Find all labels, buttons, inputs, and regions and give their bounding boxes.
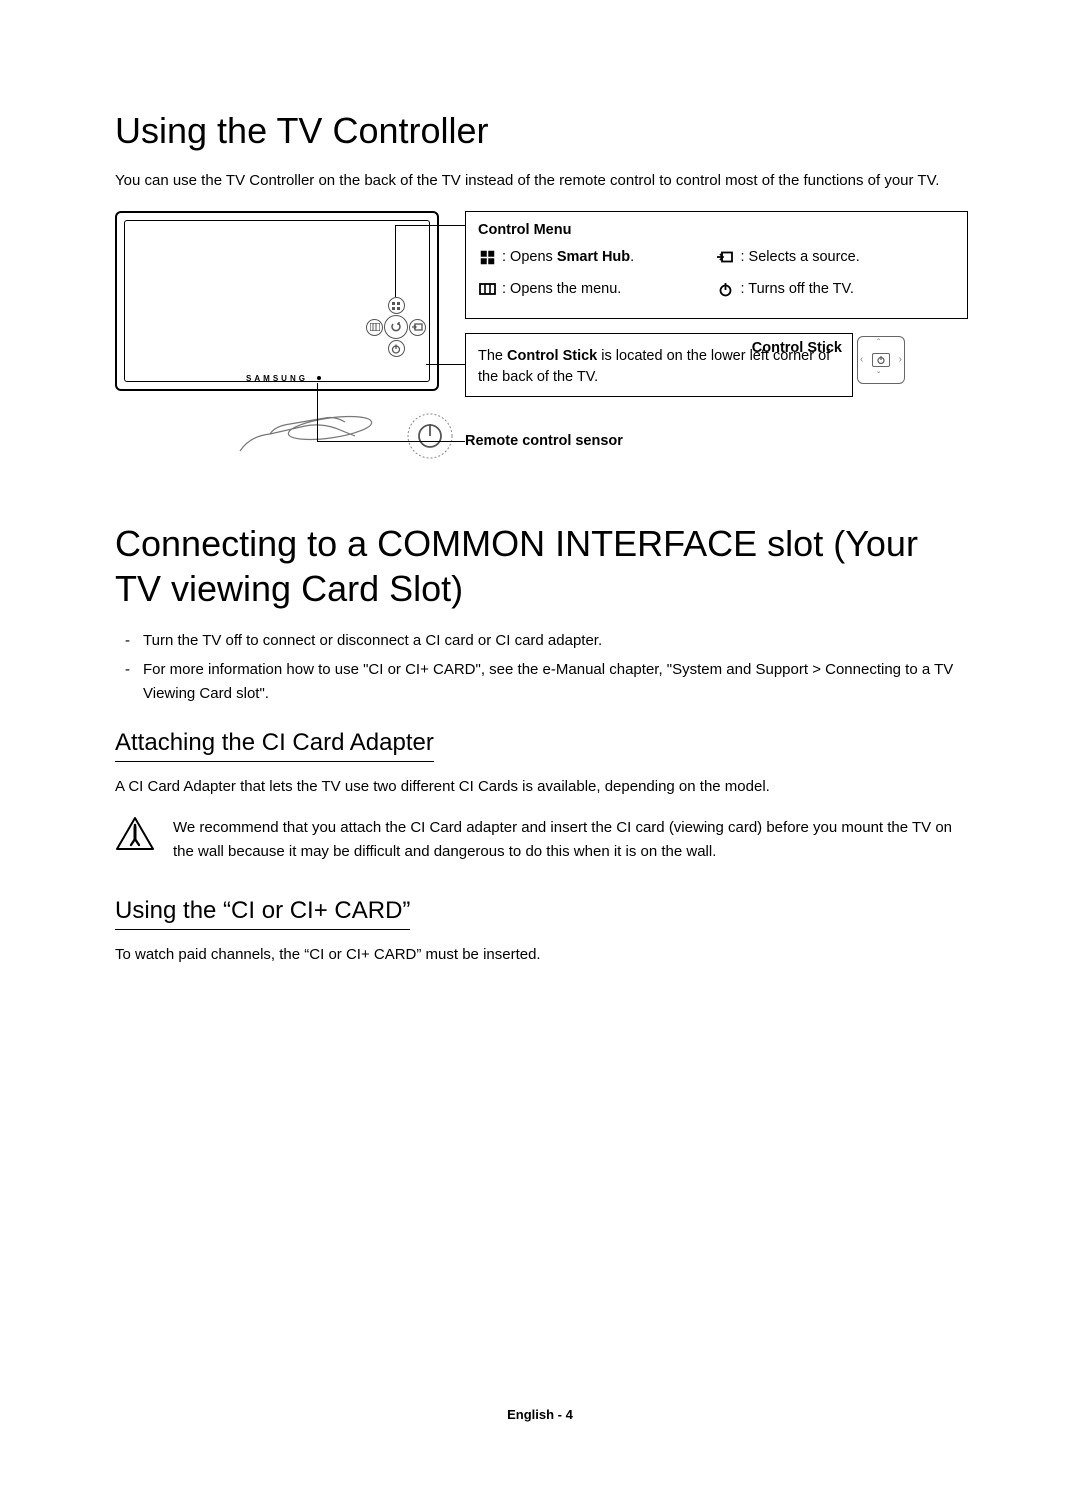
menu-item-menu: : Opens the menu. bbox=[478, 280, 717, 298]
intro-text: You can use the TV Controller on the bac… bbox=[115, 170, 970, 191]
caution-text: We recommend that you attach the CI Card… bbox=[173, 816, 970, 863]
page-footer: English - 4 bbox=[0, 1407, 1080, 1422]
menu-item-smarthub: : Opens Smart Hub. bbox=[478, 248, 717, 266]
control-menu-callout: Control Menu : Opens Smart Hub. : Select… bbox=[465, 211, 968, 319]
list-item: For more information how to use "CI or C… bbox=[125, 658, 970, 705]
control-stick-callout: Control Stick The Control Stick is locat… bbox=[465, 333, 853, 397]
leader-line bbox=[395, 225, 396, 297]
leader-line bbox=[317, 383, 318, 441]
control-stick-title: Control Stick bbox=[752, 340, 842, 356]
smarthub-icon bbox=[388, 297, 405, 314]
ci-card-para: To watch paid channels, the “CI or CI+ C… bbox=[115, 944, 970, 967]
remote-sensor-label: Remote control sensor bbox=[465, 433, 623, 449]
leader-line bbox=[317, 441, 465, 442]
heading-common-interface: Connecting to a COMMON INTERFACE slot (Y… bbox=[115, 521, 970, 611]
heading-tv-controller: Using the TV Controller bbox=[115, 110, 970, 152]
power-icon bbox=[717, 280, 735, 298]
tv-brand-label: SAMSUNG bbox=[117, 374, 437, 383]
leader-line bbox=[395, 225, 465, 226]
power-icon bbox=[872, 353, 890, 367]
menu-item-power: : Turns off the TV. bbox=[717, 280, 956, 298]
tv-frame: SAMSUNG bbox=[115, 211, 439, 391]
subheading-ci-card: Using the “CI or CI+ CARD” bbox=[115, 897, 410, 930]
return-icon bbox=[384, 315, 408, 339]
menu-icon bbox=[366, 319, 383, 336]
smarthub-icon bbox=[478, 248, 496, 266]
ci-adapter-para: A CI Card Adapter that lets the TV use t… bbox=[115, 776, 970, 799]
menu-item-source: : Selects a source. bbox=[717, 248, 956, 266]
list-item: Turn the TV off to connect or disconnect… bbox=[125, 629, 970, 652]
control-menu-cluster bbox=[368, 299, 424, 355]
caution-icon bbox=[115, 816, 155, 857]
source-icon bbox=[409, 319, 426, 336]
control-stick-figure: ˆˇ‹› bbox=[857, 336, 905, 384]
leader-line bbox=[426, 364, 465, 365]
power-icon bbox=[388, 340, 405, 357]
remote-hand-illustration bbox=[235, 406, 455, 466]
ci-bullet-list: Turn the TV off to connect or disconnect… bbox=[125, 629, 970, 705]
caution-note: We recommend that you attach the CI Card… bbox=[115, 816, 970, 863]
control-menu-title: Control Menu bbox=[478, 222, 955, 238]
menu-icon bbox=[478, 280, 496, 298]
ir-sensor-dot bbox=[317, 376, 321, 380]
tv-controller-diagram: SAMSUNG bbox=[115, 211, 970, 471]
source-icon bbox=[717, 248, 735, 266]
subheading-ci-adapter: Attaching the CI Card Adapter bbox=[115, 729, 434, 762]
